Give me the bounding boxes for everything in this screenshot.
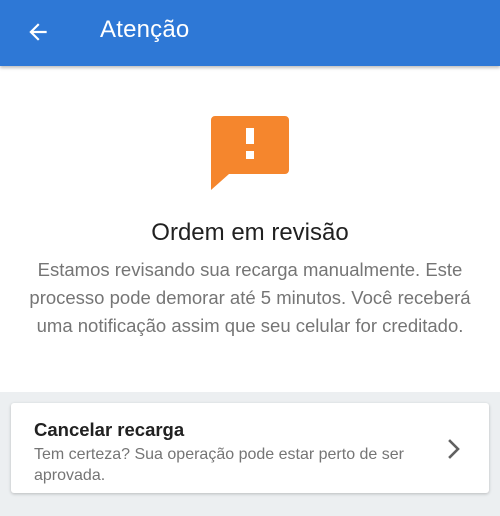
alert-message-icon bbox=[211, 116, 289, 190]
cancel-recharge-subtitle: Tem certeza? Sua operação pode estar per… bbox=[34, 446, 404, 484]
status-panel: Ordem em revisão Estamos revisando sua r… bbox=[0, 66, 500, 392]
back-button[interactable] bbox=[14, 11, 62, 53]
status-description: Estamos revisando sua recarga manualment… bbox=[29, 259, 471, 336]
chevron-right-icon bbox=[448, 439, 460, 459]
page-title: Atenção bbox=[100, 16, 190, 43]
app-bar: Atenção bbox=[0, 0, 500, 66]
status-title: Ordem em revisão bbox=[151, 219, 349, 246]
arrow-back-icon bbox=[29, 23, 47, 41]
cancel-recharge-title: Cancelar recarga bbox=[34, 419, 185, 440]
cancel-recharge-card[interactable]: Cancelar recarga Tem certeza? Sua operaç… bbox=[11, 403, 489, 493]
